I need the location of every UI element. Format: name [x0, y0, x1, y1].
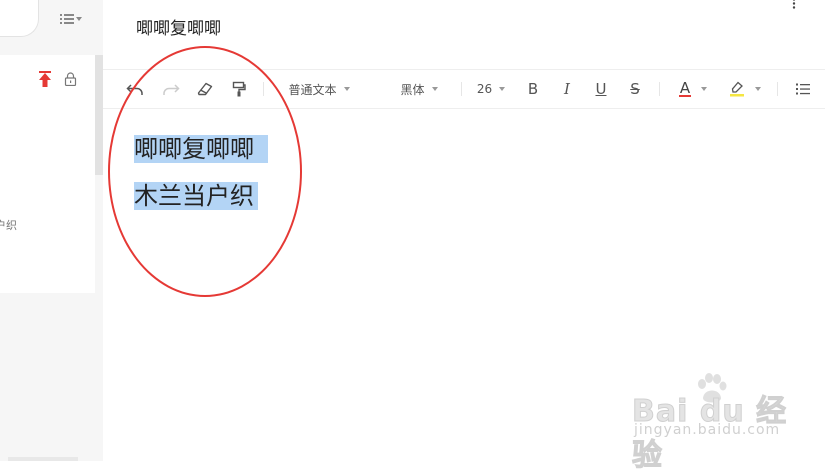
- highlight-color-button[interactable]: [725, 70, 765, 108]
- scrollbar[interactable]: [95, 55, 103, 175]
- selected-text[interactable]: 木兰当户织: [134, 182, 258, 210]
- pin-top-icon[interactable]: [38, 71, 52, 87]
- toolbar-divider: [263, 82, 264, 96]
- font-family-dropdown[interactable]: 黑体: [389, 70, 449, 108]
- view-mode-toggle[interactable]: [60, 10, 90, 28]
- format-painter-icon: [232, 81, 246, 97]
- font-color-icon: A: [678, 79, 692, 97]
- font-size-label: 26: [476, 82, 493, 96]
- editor-content[interactable]: 唧唧复唧唧 木兰当户织: [134, 132, 268, 226]
- underline-icon: U: [595, 80, 607, 98]
- italic-button[interactable]: I: [555, 70, 579, 108]
- format-painter-button[interactable]: [225, 70, 253, 108]
- undo-icon: [126, 84, 143, 95]
- search-box[interactable]: [0, 0, 39, 37]
- bold-button[interactable]: B: [521, 70, 545, 108]
- page-title[interactable]: 唧唧复唧唧: [136, 14, 221, 39]
- bullet-list-icon: [796, 83, 810, 95]
- strikethrough-icon: S: [630, 80, 640, 98]
- chevron-down-icon: [755, 87, 761, 91]
- chevron-down-icon: [76, 17, 82, 21]
- italic-icon: I: [564, 80, 570, 98]
- chevron-down-icon: [701, 87, 708, 91]
- highlight-icon: [730, 81, 744, 97]
- toolbar-divider: [777, 82, 778, 96]
- font-family-label: 黑体: [400, 82, 425, 97]
- editor-line[interactable]: 唧唧复唧唧: [134, 132, 268, 166]
- watermark-url: jingyan.baidu.com: [634, 422, 781, 438]
- scrollbar-horizontal[interactable]: [8, 457, 78, 461]
- chevron-down-icon: [499, 87, 506, 91]
- eraser-icon: [197, 82, 213, 96]
- lock-icon[interactable]: [64, 72, 77, 86]
- bold-icon: B: [527, 80, 539, 98]
- font-size-dropdown[interactable]: 26: [471, 70, 511, 108]
- font-color-button[interactable]: A: [673, 70, 713, 108]
- paw-icon: [698, 373, 727, 403]
- underline-button[interactable]: U: [589, 70, 613, 108]
- undo-button[interactable]: [121, 70, 149, 108]
- more-icon[interactable]: [789, 0, 799, 12]
- bullet-list-button[interactable]: [791, 70, 815, 108]
- list-view-icon: [60, 13, 74, 25]
- note-list-sidebar: 户织: [0, 0, 103, 461]
- editor-toolbar: 普通文本 黑体 26 B I U S A: [103, 69, 825, 109]
- watermark: Bai du 经验 jingyan.baidu.com: [630, 372, 810, 474]
- redo-icon: [163, 84, 180, 95]
- paragraph-style-dropdown[interactable]: 普通文本: [279, 70, 359, 108]
- toolbar-divider: [659, 82, 660, 96]
- strikethrough-button[interactable]: S: [623, 70, 647, 108]
- paragraph-style-label: 普通文本: [288, 82, 337, 97]
- note-snippet: 户织: [0, 219, 17, 232]
- editor-line[interactable]: 木兰当户织: [134, 179, 268, 213]
- chevron-down-icon: [431, 87, 438, 91]
- clear-format-button[interactable]: [191, 70, 219, 108]
- note-list-item[interactable]: 户织: [0, 55, 95, 293]
- chevron-down-icon: [343, 87, 350, 91]
- selected-text[interactable]: 唧唧复唧唧: [134, 135, 268, 163]
- toolbar-divider: [461, 82, 462, 96]
- redo-button[interactable]: [157, 70, 185, 108]
